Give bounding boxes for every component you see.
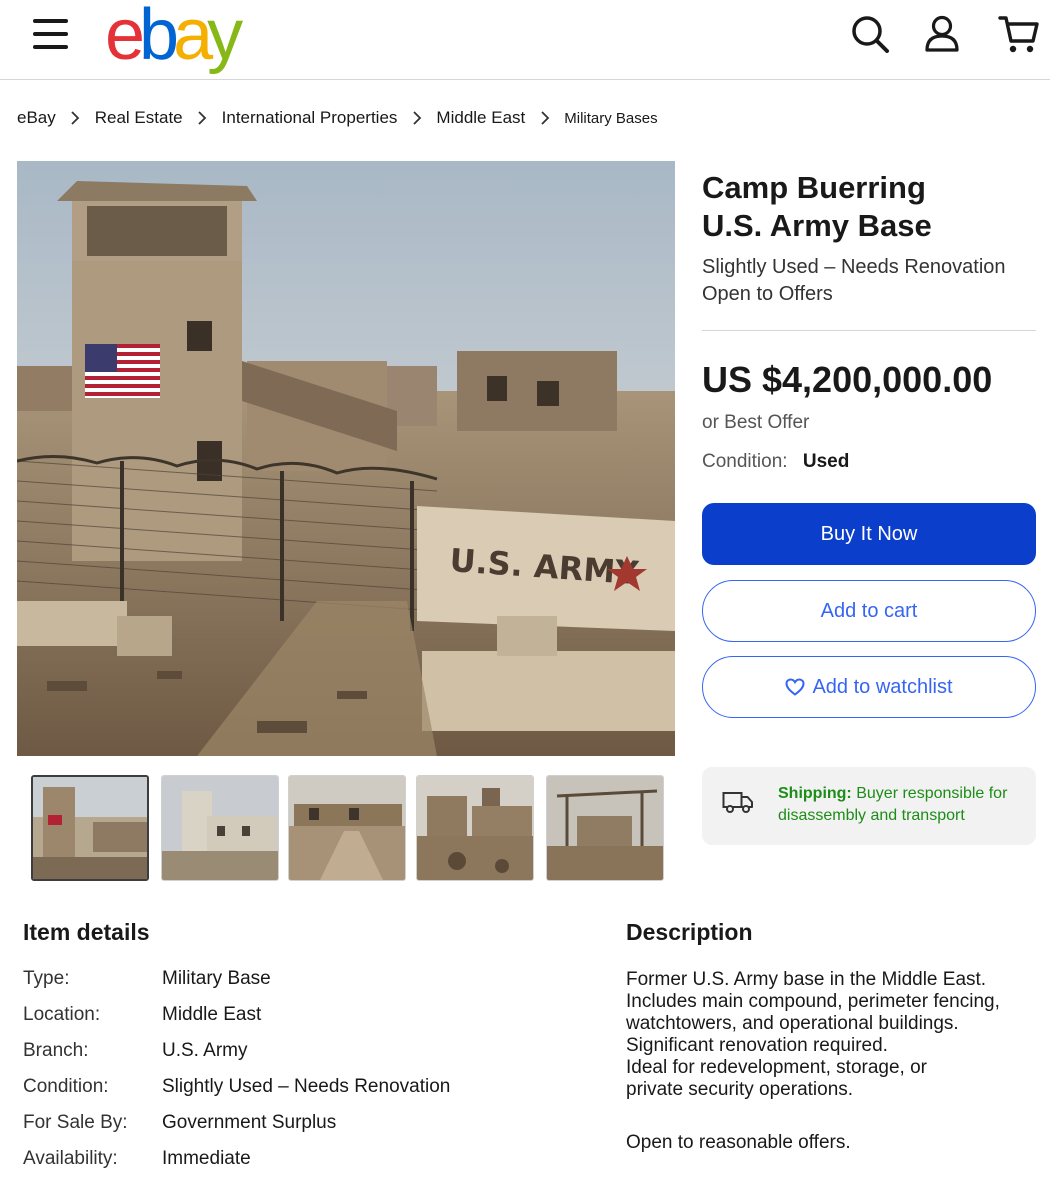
detail-value: Middle East [162,1004,262,1025]
detail-key: Condition: [23,1076,109,1097]
listing-title-line-2: U.S. Army Base [702,208,932,243]
main-product-image[interactable]: U.S. ARMY [17,161,675,756]
subtitle-line-1: Slightly Used – Needs Renovation [702,256,1006,278]
chevron-right-icon [183,111,222,125]
detail-value: Immediate [162,1148,251,1169]
account-icon[interactable] [920,12,964,56]
add-to-cart-label: Add to cart [820,599,918,622]
price: US $4,200,000.00 [702,359,993,400]
description-line: Ideal for redevelopment, storage, or [626,1057,928,1078]
logo-letter: e [105,0,145,75]
breadcrumb-item-military-bases[interactable]: Military Bases [564,110,657,127]
shipping-info-box: Shipping: Buyer responsible for disassem… [702,767,1036,845]
description-body: Former U.S. Army base in the Middle East… [626,969,1026,1101]
cart-icon[interactable] [997,12,1041,56]
add-to-watchlist-label: Add to watchlist [812,675,953,698]
detail-value: Military Base [162,968,271,989]
detail-key: Availability: [23,1148,118,1169]
thumbnail-1[interactable] [31,775,149,881]
description-line: watchtowers, and operational buildings. [626,1013,959,1034]
description-line: Former U.S. Army base in the Middle East… [626,969,987,990]
flag-graphic [85,344,160,398]
shipping-label: Shipping: [778,785,852,802]
breadcrumb-item-real-estate[interactable]: Real Estate [95,108,183,128]
listing-title-line-1: Camp Buerring [702,170,926,205]
condition: Condition: Used [702,451,849,473]
detail-value: Slightly Used – Needs Renovation [162,1076,451,1097]
logo-letter: y [207,0,243,75]
search-icon[interactable] [848,12,892,56]
thumbnail-4[interactable] [416,775,534,881]
detail-key: Location: [23,1004,101,1025]
listing-subtitle: Slightly Used – Needs Renovation Open to… [702,254,1006,308]
description-line: Includes main compound, perimeter fencin… [626,991,1000,1012]
condition-label: Condition: [702,451,788,472]
description-closing: Open to reasonable offers. [626,1132,851,1153]
breadcrumb-item-middle-east[interactable]: Middle East [436,108,525,128]
menu-icon[interactable] [33,19,71,49]
buy-it-now-button[interactable]: Buy It Now [702,503,1036,565]
buy-it-now-label: Buy It Now [820,522,918,545]
condition-value: Used [802,451,850,472]
heart-icon [785,678,805,696]
chevron-right-icon [525,111,564,125]
description-line: private security operations. [626,1079,854,1100]
add-to-cart-button[interactable]: Add to cart [702,580,1036,642]
description-line: Significant renovation required. [626,1035,888,1056]
breadcrumb: eBay Real Estate International Propertie… [17,106,658,130]
thumbnail-3[interactable] [288,775,406,881]
site-header: ebay [0,0,1050,80]
chevron-right-icon [397,111,436,125]
thumbnail-5[interactable] [546,775,664,881]
chevron-right-icon [56,111,95,125]
item-details-heading: Item details [23,919,150,945]
truck-icon [722,792,753,813]
ebay-logo[interactable]: ebay [105,0,243,75]
description-heading: Description [626,919,753,945]
thumbnail-2[interactable] [161,775,279,881]
detail-value: Government Surplus [162,1112,337,1133]
detail-key: Type: [23,968,70,989]
detail-key: For Sale By: [23,1112,128,1133]
add-to-watchlist-button[interactable]: Add to watchlist [702,656,1036,718]
subtitle-line-2: Open to Offers [702,283,833,305]
breadcrumb-item-international-properties[interactable]: International Properties [222,108,398,128]
divider [702,330,1036,331]
logo-letter: b [139,0,179,75]
detail-value: U.S. Army [162,1040,248,1061]
best-offer-text: or Best Offer [702,412,810,433]
detail-key: Branch: [23,1040,89,1061]
logo-letter: a [173,0,213,75]
shipping-text: Shipping: Buyer responsible for disassem… [778,783,1023,827]
listing-title: Camp Buerring U.S. Army Base [702,169,932,245]
breadcrumb-item-ebay[interactable]: eBay [17,108,56,128]
